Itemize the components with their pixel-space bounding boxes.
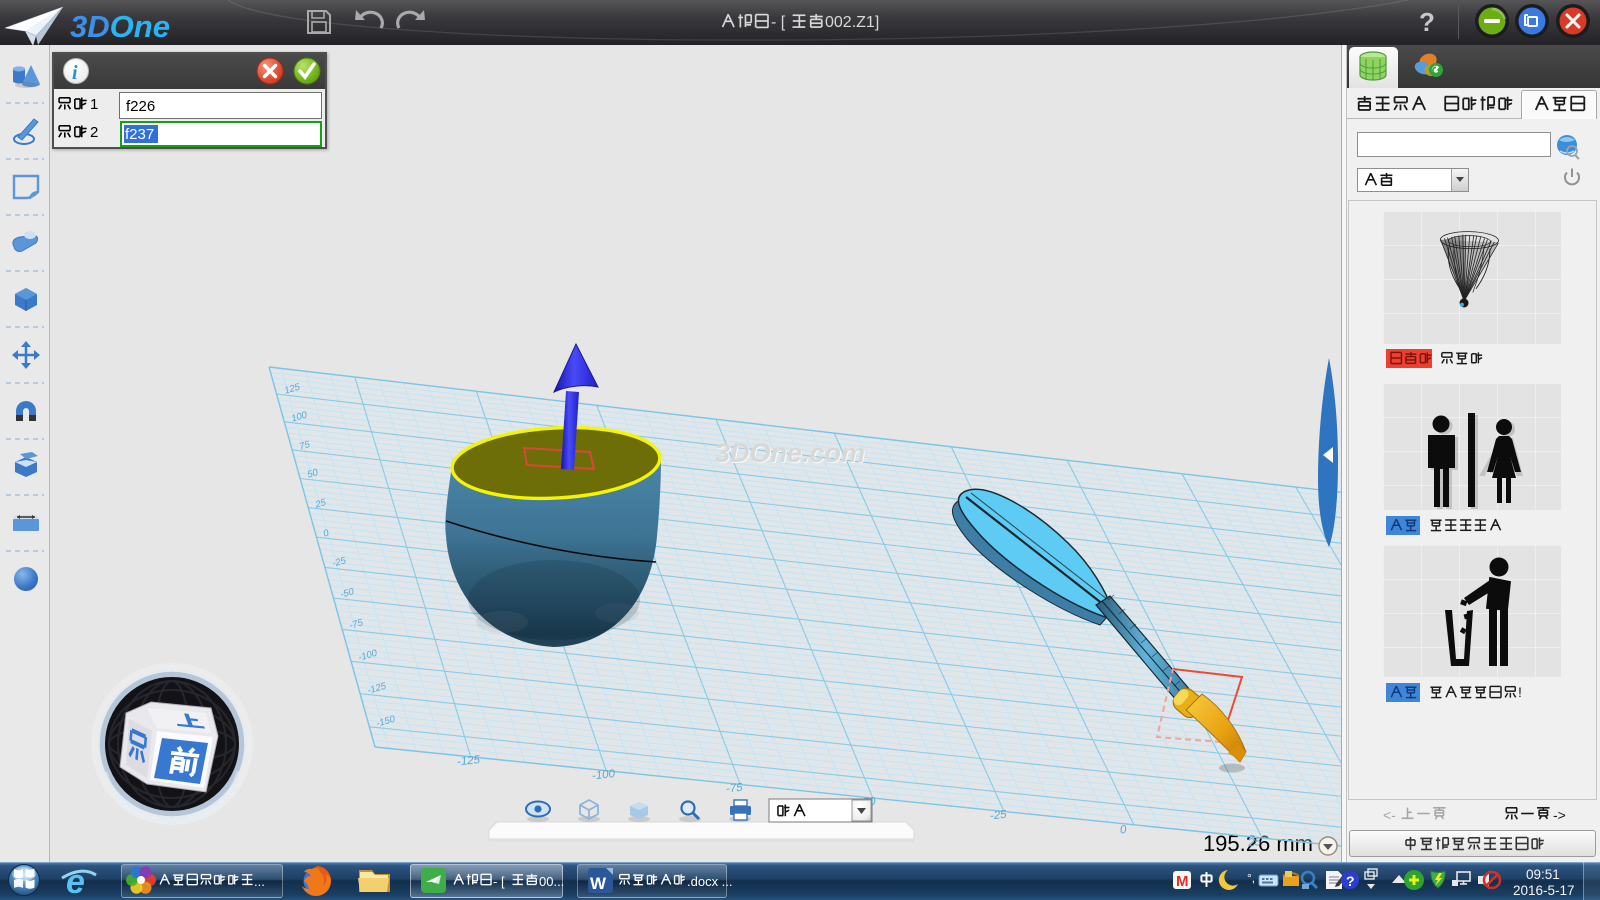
svg-text:->: -> (1553, 807, 1566, 823)
svg-text:!: ! (1518, 684, 1522, 700)
svg-text:2016-5-17: 2016-5-17 (1513, 883, 1575, 898)
svg-text:- [: - [ (493, 874, 505, 889)
svg-text:002.Z1]: 002.Z1] (825, 14, 879, 31)
svg-text:e: e (66, 863, 85, 900)
svg-text:?: ? (1346, 873, 1355, 889)
svg-text:-75: -75 (725, 782, 743, 796)
svg-text:-125: -125 (456, 754, 481, 768)
svg-text:<-: <- (1383, 807, 1396, 823)
svg-text:1: 1 (90, 96, 98, 113)
svg-text:M: M (1176, 873, 1189, 890)
svg-text:-100: -100 (591, 768, 616, 782)
svg-text:W: W (590, 874, 607, 893)
svg-text:- [: - [ (771, 14, 786, 31)
svg-text:i: i (72, 62, 78, 84)
svg-text:09:51: 09:51 (1526, 867, 1560, 882)
svg-text:°,: °, (1247, 871, 1255, 885)
svg-text:25: 25 (1246, 836, 1262, 849)
svg-text:3DOne.com: 3DOne.com (715, 438, 865, 468)
svg-text:.docx ...: .docx ... (687, 874, 733, 889)
svg-text:?: ? (1419, 7, 1435, 37)
svg-text:...: ... (254, 874, 265, 889)
svg-text:00...: 00... (539, 874, 564, 889)
svg-text:-25: -25 (989, 809, 1007, 823)
svg-text:2: 2 (90, 124, 98, 141)
svg-text:3DOne: 3DOne (70, 9, 170, 44)
svg-text:0: 0 (1119, 824, 1127, 837)
